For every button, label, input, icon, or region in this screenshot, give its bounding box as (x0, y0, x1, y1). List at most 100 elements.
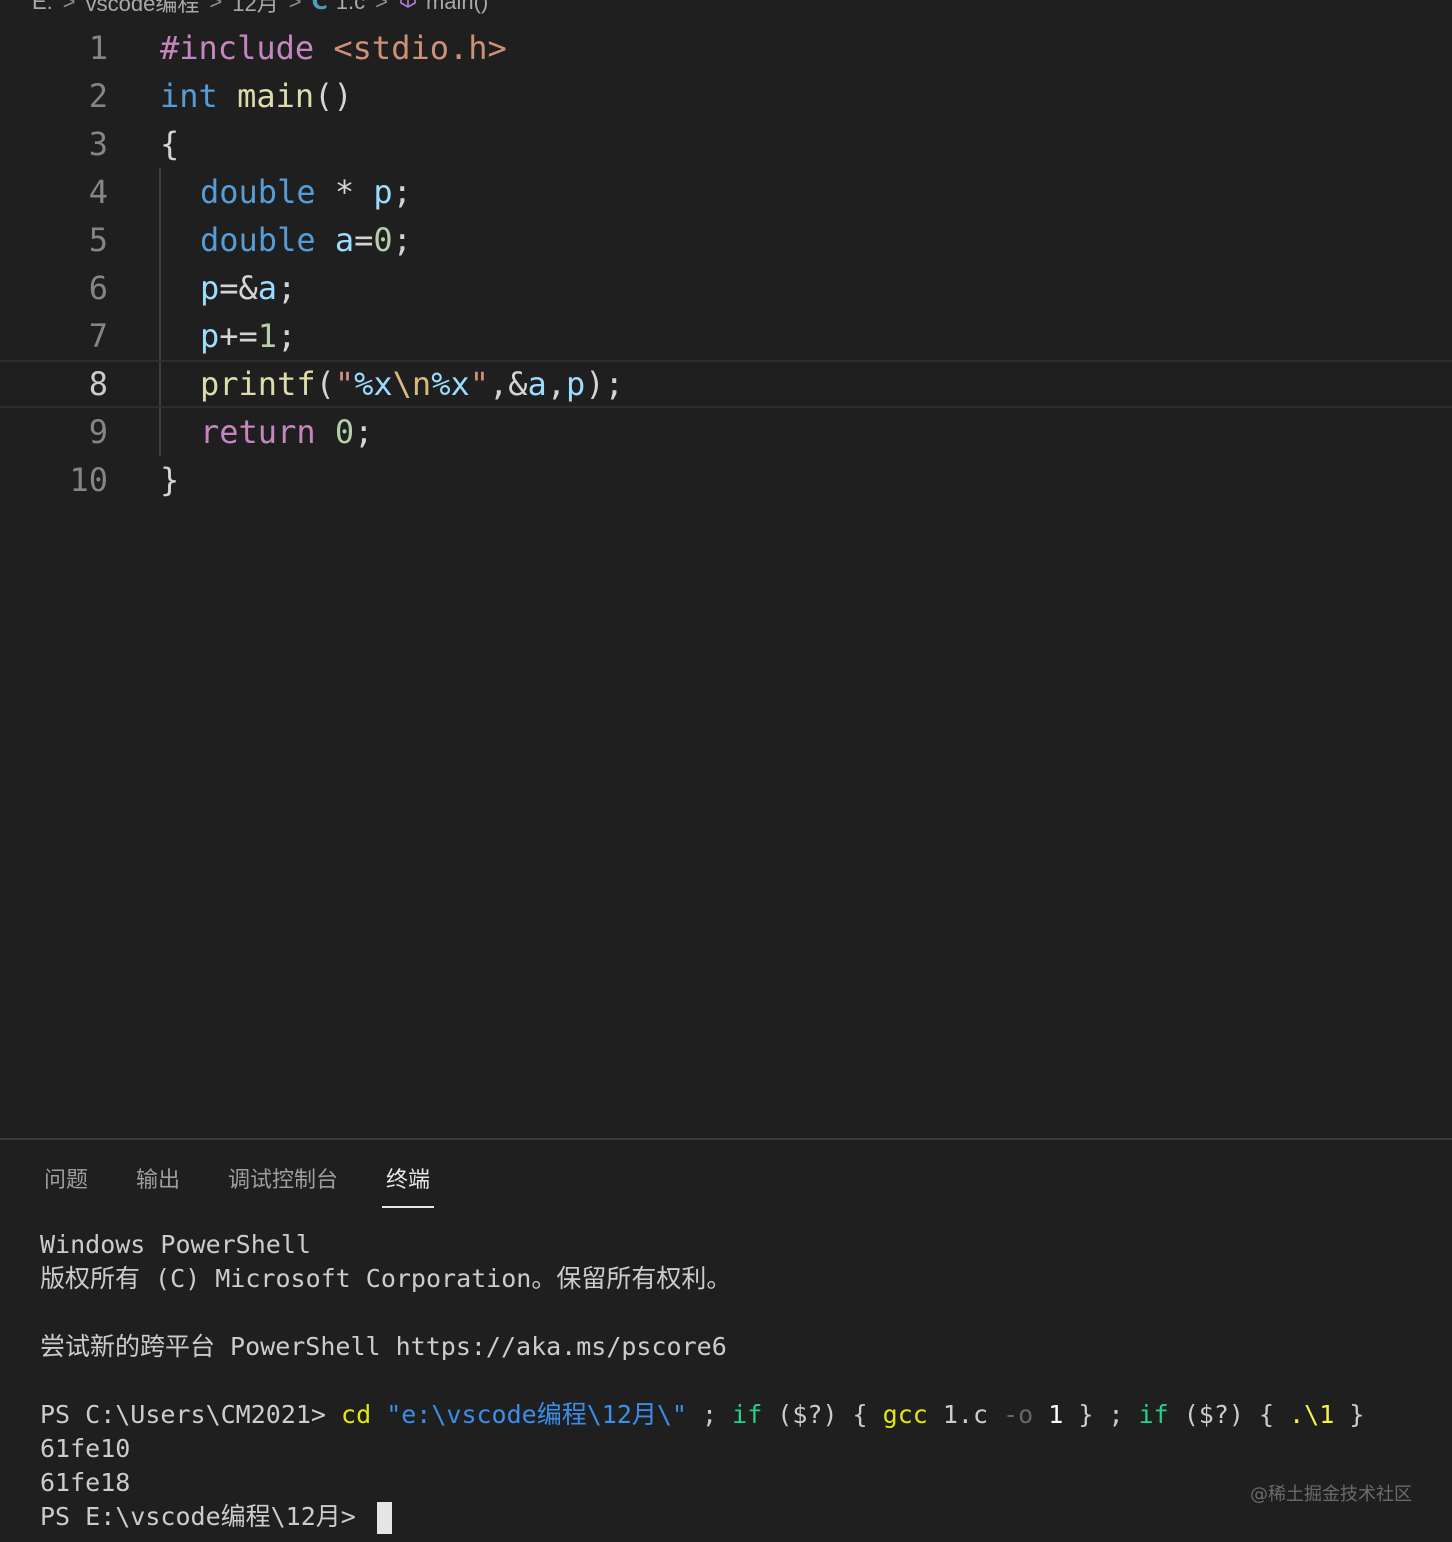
token: () (314, 77, 353, 115)
line-number: 10 (69, 461, 108, 499)
token: <stdio.h> (333, 29, 507, 67)
token: 0 (334, 413, 355, 451)
text-cursor (376, 1502, 392, 1534)
chevron-right-icon: > (62, 0, 76, 14)
code-line[interactable]: 9 return 0; (0, 408, 1452, 456)
code-line[interactable]: 6 p=&a; (0, 264, 1452, 312)
panel-tab-bar: 问题 输出 调试控制台 终端 (0, 1152, 1452, 1210)
line-number: 5 (88, 221, 108, 259)
token: p (200, 317, 220, 355)
line-number: 1 (88, 29, 108, 67)
cmd-token: } ; (1063, 1400, 1139, 1429)
code-line[interactable]: 10 } (0, 456, 1452, 504)
chevron-right-icon: > (288, 0, 302, 14)
cmd-token: "e:\vscode编程\12月\" (386, 1400, 687, 1429)
tab-terminal[interactable]: 终端 (382, 1162, 435, 1208)
breadcrumb-item-drive[interactable]: E: (32, 0, 53, 15)
cmd-token: ; (686, 1400, 733, 1429)
line-number: 6 (88, 269, 108, 307)
code-text: #include <stdio.h> (160, 29, 507, 67)
token: printf (200, 365, 316, 403)
code-text: printf("%x\n%x",&a,p); (200, 365, 624, 403)
token: } (160, 461, 180, 499)
terminal-prompt-line: PS E:\vscode编程\12月> (40, 1500, 1440, 1534)
token: ; (277, 269, 297, 307)
line-number: 9 (88, 413, 108, 451)
tab-debug-console[interactable]: 调试控制台 (228, 1162, 338, 1206)
cmd-token: 1 (1033, 1400, 1064, 1429)
token: ; (354, 413, 374, 451)
token: return (200, 413, 316, 451)
token: ; (392, 173, 412, 211)
code-text: double a=0; (200, 221, 412, 259)
terminal-line: Windows PowerShell (40, 1230, 311, 1259)
token: a (257, 269, 278, 307)
panel-divider[interactable] (0, 1138, 1452, 1140)
code-text: p=&a; (200, 269, 296, 307)
breadcrumb: E: > vscode编程 > 12月 > C 1.c > main() (32, 0, 488, 16)
cmd-token: if (732, 1400, 763, 1429)
prompt: PS C:\Users\CM2021> (40, 1400, 342, 1429)
code-text: return 0; (200, 413, 373, 451)
token: double (200, 173, 316, 211)
code-line[interactable]: 1 #include <stdio.h> (0, 24, 1452, 72)
token: " (469, 365, 489, 403)
chevron-right-icon: > (375, 0, 388, 14)
token: , (546, 365, 567, 403)
token: += (219, 317, 258, 355)
terminal-output: 61fe10 (40, 1434, 131, 1463)
terminal[interactable]: Windows PowerShell 版权所有 (C) Microsoft Co… (40, 1228, 1440, 1534)
token: ; (277, 317, 297, 355)
tab-output[interactable]: 输出 (136, 1162, 180, 1206)
token: { (160, 125, 180, 163)
chevron-right-icon: > (209, 0, 223, 14)
code-text: { (160, 125, 179, 163)
token: 1 (257, 317, 278, 355)
token: 0 (373, 221, 393, 259)
terminal-command-line: PS C:\Users\CM2021> cd "e:\vscode编程\12月\… (40, 1398, 1440, 1432)
code-line[interactable]: 3 { (0, 120, 1452, 168)
c-file-icon: C (311, 0, 328, 15)
line-number: 3 (88, 125, 108, 163)
token: a (527, 365, 547, 403)
breadcrumb-item-file[interactable]: 1.c (336, 0, 365, 15)
cmd-token: if (1138, 1400, 1169, 1429)
cmd-token: gcc (882, 1400, 928, 1429)
token: ; (392, 221, 412, 259)
code-line[interactable]: 4 double * p; (0, 168, 1452, 216)
breadcrumb-item-subfolder[interactable]: 12月 (232, 0, 278, 18)
tab-problems[interactable]: 问题 (44, 1162, 88, 1206)
token: = (354, 221, 374, 259)
cmd-token: cd (341, 1400, 372, 1429)
token: a (334, 221, 355, 259)
token: #include (160, 29, 315, 67)
code-text: int main() (160, 77, 353, 115)
cmd-token: 1.c (927, 1400, 1004, 1429)
terminal-output: 61fe18 (40, 1468, 131, 1497)
code-line-current[interactable]: 8 printf("%x\n%x",&a,p); (0, 360, 1452, 408)
token: p (373, 173, 393, 211)
code-editor[interactable]: 1 #include <stdio.h> 2 int main() 3 { 4 … (0, 24, 1452, 1134)
code-line[interactable]: 2 int main() (0, 72, 1452, 120)
terminal-line: 版权所有 (C) Microsoft Corporation。保留所有权利。 (40, 1264, 732, 1293)
line-number: 7 (88, 317, 108, 355)
terminal-blank (40, 1364, 1440, 1398)
breadcrumb-item-symbol[interactable]: main() (426, 0, 488, 15)
code-line[interactable]: 5 double a=0; (0, 216, 1452, 264)
cmd-token: } (1334, 1400, 1365, 1429)
token: double (200, 221, 316, 259)
prompt: PS E:\vscode编程\12月> (40, 1502, 371, 1531)
token: ); (585, 365, 624, 403)
token: \n (392, 365, 432, 403)
token: main (237, 77, 315, 115)
token: int (160, 77, 218, 115)
token: =& (219, 269, 258, 307)
code-line[interactable]: 7 p+=1; (0, 312, 1452, 360)
code-text: } (160, 461, 179, 499)
line-number: 2 (88, 77, 108, 115)
line-number: 4 (88, 173, 108, 211)
symbol-method-icon (398, 0, 418, 15)
code-text: double * p; (200, 173, 412, 211)
breadcrumb-item-folder[interactable]: vscode编程 (86, 0, 200, 18)
cmd-token: .\1 (1289, 1400, 1335, 1429)
